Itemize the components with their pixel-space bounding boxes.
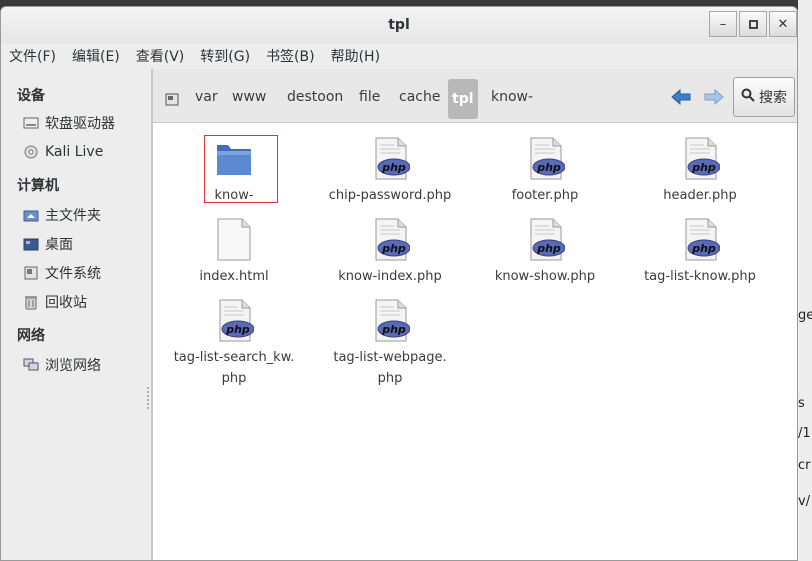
background-text: s <box>798 396 805 411</box>
svg-text:php: php <box>536 161 561 174</box>
svg-text:php: php <box>225 323 250 336</box>
php-file-icon: php <box>685 137 720 180</box>
file-name-line1: tag-list-search_kw. <box>173 350 295 365</box>
background-text: cr <box>798 458 811 473</box>
title-bar[interactable]: tpl – ✕ <box>1 7 797 43</box>
menu-bar: 文件(F) 编辑(E) 查看(V) 转到(G) 书签(B) 帮助(H) <box>1 43 797 69</box>
sidebar-item-desktop[interactable]: 桌面 <box>23 234 73 254</box>
location-bar: var www destoon file cache tpl know- 搜索 <box>153 69 797 123</box>
search-label: 搜索 <box>759 90 787 106</box>
php-file-icon: php <box>530 137 565 180</box>
html-file-icon <box>217 218 251 261</box>
desktop-icon <box>23 237 39 251</box>
crumb-www[interactable]: www <box>232 89 266 105</box>
sidebar-item-label: 浏览网络 <box>45 358 101 374</box>
background-text: v/ <box>798 494 811 509</box>
search-button[interactable]: 搜索 <box>733 77 795 117</box>
close-icon: ✕ <box>777 16 789 32</box>
sidebar-item-kali-live[interactable]: Kali Live <box>23 142 103 162</box>
menu-file[interactable]: 文件(F) <box>9 46 56 66</box>
sidebar-item-floppy[interactable]: 软盘驱动器 <box>23 113 115 133</box>
file-manager-window: tpl – ✕ 文件(F) 编辑(E) 查看(V) 转到(G) 书签(B) 帮助… <box>0 6 798 561</box>
menu-view[interactable]: 查看(V) <box>136 46 185 66</box>
home-folder-icon <box>23 208 39 222</box>
svg-text:php: php <box>691 161 716 174</box>
file-name: know-index.php <box>338 269 442 284</box>
sidebar-item-label: 软盘驱动器 <box>45 116 115 132</box>
sidebar-resize-grip[interactable] <box>147 387 149 409</box>
back-arrow-icon[interactable] <box>671 88 691 106</box>
optical-disc-icon <box>23 145 39 159</box>
menu-bookmarks[interactable]: 书签(B) <box>266 46 315 66</box>
svg-text:php: php <box>381 161 406 174</box>
sidebar-item-browse-network[interactable]: 浏览网络 <box>23 355 101 375</box>
file-name: know-show.php <box>494 269 596 284</box>
filesystem-icon <box>23 266 39 280</box>
close-button[interactable]: ✕ <box>769 11 797 37</box>
svg-text:php: php <box>381 242 406 255</box>
file-name-line1: tag-list-webpage. <box>333 350 447 365</box>
background-window-strip: ge s /1 cr v/ <box>798 0 812 561</box>
crumb-var[interactable]: var <box>195 89 218 105</box>
network-icon <box>23 358 39 372</box>
sidebar-section-network: 网络 <box>17 328 45 344</box>
minimize-icon: – <box>719 16 727 32</box>
file-name: tag-list-search_kw. php <box>159 347 309 389</box>
crumb-cache[interactable]: cache <box>399 89 440 105</box>
sidebar-item-filesystem[interactable]: 文件系统 <box>23 263 101 283</box>
sidebar-section-computer: 计算机 <box>17 178 59 194</box>
php-file-icon: php <box>375 299 410 342</box>
svg-text:php: php <box>691 242 716 255</box>
menu-go[interactable]: 转到(G) <box>200 46 250 66</box>
crumb-destoon[interactable]: destoon <box>287 89 343 105</box>
background-text: /1 <box>798 426 811 441</box>
folder-icon <box>217 145 251 175</box>
file-name-line2: php <box>377 371 403 386</box>
crumb-file[interactable]: file <box>359 89 380 105</box>
search-icon <box>741 88 755 106</box>
sidebar-section-devices: 设备 <box>17 88 45 104</box>
sidebar: 设备 软盘驱动器 Kali Live 计算机 主文件夹 桌面 文件系统 回收站 … <box>1 69 151 560</box>
sidebar-item-label: 主文件夹 <box>45 208 101 224</box>
sidebar-item-home[interactable]: 主文件夹 <box>23 205 101 225</box>
file-name: tag-list-know.php <box>644 269 756 284</box>
crumb-tpl-active[interactable]: tpl <box>448 79 478 119</box>
forward-arrow-icon[interactable] <box>704 88 724 106</box>
sidebar-item-label: 桌面 <box>45 237 73 253</box>
minimize-button[interactable]: – <box>709 11 737 37</box>
php-file-icon: php <box>375 218 410 261</box>
php-file-icon: php <box>219 299 254 342</box>
file-name: footer.php <box>511 188 579 203</box>
file-name: index.html <box>199 269 269 284</box>
sidebar-item-label: 回收站 <box>45 295 87 311</box>
sidebar-item-label: Kali Live <box>45 144 104 160</box>
floppy-drive-icon <box>23 116 39 130</box>
php-file-icon: php <box>375 137 410 180</box>
php-file-icon: php <box>685 218 720 261</box>
menu-edit[interactable]: 编辑(E) <box>72 46 120 66</box>
menu-help[interactable]: 帮助(H) <box>331 46 380 66</box>
filesystem-root-icon[interactable] <box>165 91 179 110</box>
maximize-button[interactable] <box>739 11 767 37</box>
maximize-icon <box>748 19 758 29</box>
file-name: chip-password.php <box>328 188 452 203</box>
file-view: know- php chip-password.php php footer.p… <box>153 123 797 560</box>
sidebar-item-label: 文件系统 <box>45 266 101 282</box>
svg-text:php: php <box>536 242 561 255</box>
crumb-know[interactable]: know- <box>491 89 533 105</box>
background-text: ge <box>798 308 812 323</box>
php-file-icon: php <box>530 218 565 261</box>
trash-icon <box>23 295 39 309</box>
file-name: tag-list-webpage. php <box>315 347 465 389</box>
file-name: know- <box>214 188 254 203</box>
file-name-line2: php <box>221 371 247 386</box>
sidebar-item-trash[interactable]: 回收站 <box>23 292 87 312</box>
file-name: header.php <box>663 188 737 203</box>
window-title: tpl <box>388 17 410 33</box>
svg-text:php: php <box>381 323 406 336</box>
